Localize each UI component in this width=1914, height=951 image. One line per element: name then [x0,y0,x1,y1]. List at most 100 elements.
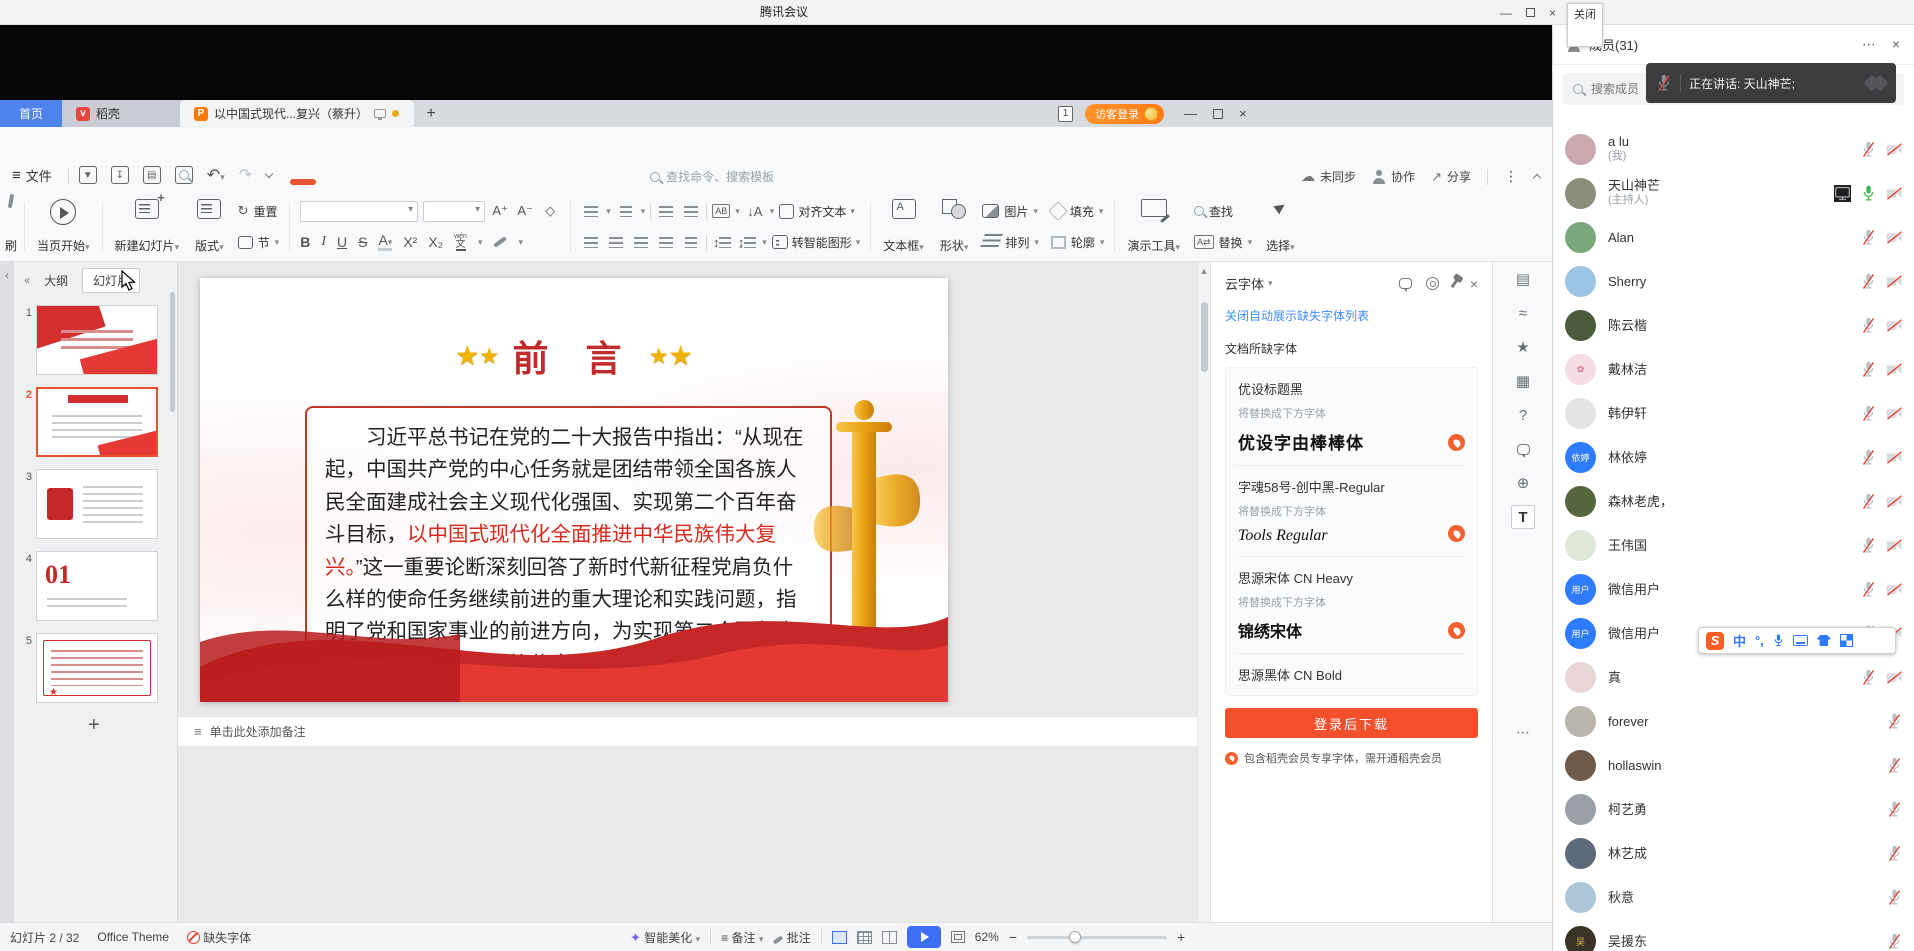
increase-indent-icon[interactable] [681,201,701,221]
phonetic-guide-icon[interactable]: wén文 [454,233,467,251]
normal-view-icon[interactable] [832,931,847,944]
panel-more-icon[interactable]: ⋯ [1862,36,1876,53]
effects-icon[interactable]: ≈ [1493,296,1553,330]
collaborate-button[interactable]: 协作 [1372,168,1415,185]
web-icon[interactable]: ⊕ [1493,466,1553,500]
more-menu-icon[interactable]: ⋮ [1504,168,1518,185]
toolbox-icon[interactable] [1840,634,1853,647]
find-button[interactable]: 查找 [1194,199,1252,223]
notes-bar[interactable]: ≡ 单击此处添加备注 [178,716,1197,746]
menu-tab[interactable] [320,179,346,185]
member-row[interactable]: 王伟国 [1553,523,1914,567]
scrollbar-thumb[interactable] [1201,302,1208,372]
favorites-icon[interactable]: ★ [1493,330,1553,364]
gear-icon[interactable] [1426,277,1439,290]
close-panel-icon[interactable]: × [1470,276,1478,292]
clipboard-icon[interactable]: ▦ [1493,364,1553,398]
member-row[interactable]: 秋意 [1553,875,1914,919]
underline-icon[interactable]: U [337,234,347,250]
sync-status[interactable]: ☁未同步 [1301,168,1356,185]
menu-tab[interactable] [410,179,436,185]
strikethrough-icon[interactable]: S [358,234,367,250]
comment-icon[interactable] [1493,432,1553,466]
font-family-select[interactable] [300,201,418,222]
layout-button[interactable]: 版式▾ [187,196,232,257]
slide-thumbnail[interactable] [36,469,158,539]
collapse-panel-icon[interactable]: « [24,275,30,287]
add-slide-button[interactable]: + [88,714,100,737]
menu-tab[interactable] [440,179,466,185]
more-tools-icon[interactable]: ⋯ [1493,724,1553,741]
member-row[interactable]: Alan [1553,215,1914,259]
slide-thumbnail-item[interactable]: 2 [14,381,177,463]
wps-close-icon[interactable]: × [1239,106,1247,121]
properties-icon[interactable]: ▤ [1493,262,1553,296]
wps-maximize-icon[interactable] [1213,109,1223,119]
slide-thumbnail[interactable] [36,387,158,457]
slide[interactable]: ★★ 前 言 ★★ 习近平总书记在党的二十大报告中指出：“从现在起，中国共产党的… [200,278,948,702]
line-spacing-icon[interactable]: ↕ [712,232,732,252]
wps-minimize-icon[interactable]: — [1184,106,1197,121]
slide-thumbnail[interactable]: 01 [36,551,158,621]
member-row[interactable]: ✿ 戴林洁 [1553,347,1914,391]
menu-tab[interactable] [590,179,616,185]
tab-outline[interactable]: 大纲 [38,269,74,292]
menu-tab[interactable] [470,179,496,185]
print-icon[interactable]: ▤ [143,166,161,184]
comment-button[interactable]: 批注 [773,929,810,946]
collapse-left-panel[interactable]: ‹ [0,262,14,922]
member-row[interactable]: 陈云楷 [1553,303,1914,347]
member-row[interactable]: 森林老虎， [1553,479,1914,523]
help-icon[interactable]: ? [1493,398,1553,432]
font-card[interactable]: 字魂58号-创中黑-Regular 将替换成下方字体 Tools Regular [1236,466,1467,557]
menu-tab[interactable] [350,179,376,185]
input-mode[interactable]: 中 [1733,631,1746,650]
slide-thumbnail-item[interactable]: 1 [14,299,177,381]
slide-thumbnail[interactable] [36,633,158,703]
slide-canvas[interactable]: ★★ 前 言 ★★ 习近平总书记在党的二十大报告中指出：“从现在起，中国共产党的… [178,262,1197,922]
font-card[interactable]: 思源宋体 CN Heavy 将替换成下方字体 锦绣宋体 [1236,557,1467,654]
slide-thumbnail-item[interactable]: 3 [14,463,177,545]
menu-tab[interactable] [560,179,586,185]
login-download-button[interactable]: 登录后下载 [1225,708,1478,738]
zoom-in-icon[interactable]: + [1177,929,1185,945]
to-smartart-button[interactable]: 转智能图形▾ [772,230,861,254]
disable-missing-fonts-link[interactable]: 关闭自动展示缺失字体列表 [1225,307,1478,324]
font-size-select[interactable] [423,201,485,222]
increase-font-icon[interactable]: A⁺ [490,201,510,221]
bold-icon[interactable]: B [300,234,310,250]
clear-format-icon[interactable]: ◇ [540,201,560,221]
share-button[interactable]: ↗分享 [1431,168,1471,185]
font-card[interactable]: 思源黑体 CN Bold [1236,654,1467,695]
member-row[interactable]: 天山神芒 (主持人) [1553,171,1914,215]
new-tab-button[interactable]: + [414,100,448,127]
italic-icon[interactable]: I [321,234,326,250]
text-tool-icon[interactable]: T [1493,500,1553,534]
member-row[interactable]: 柯艺勇 [1553,787,1914,831]
slide-thumbnail[interactable] [36,305,158,375]
export-icon[interactable]: ↧ [111,166,129,184]
maximize-icon[interactable] [1526,8,1535,17]
menu-tab[interactable] [290,179,316,185]
more-commands-icon[interactable] [265,169,273,177]
beautify-button[interactable]: ✦ 智能美化 ▾ [630,929,700,946]
sogou-logo-icon[interactable]: S [1706,632,1724,650]
align-center-icon[interactable] [606,232,626,252]
menu-tab[interactable] [380,179,406,185]
zoom-level[interactable]: 62% [975,930,999,944]
notes-button[interactable]: ≡ 备注 ▾ [721,929,763,946]
slide-thumbnail-item[interactable]: 4 01 [14,545,177,627]
pin-icon[interactable] [1451,279,1459,288]
format-painter-button[interactable]: 刷 [2,196,20,257]
reading-view-icon[interactable] [882,931,897,944]
panel-scrollbar[interactable] [170,292,175,412]
fill-button[interactable]: 填充▾ [1051,199,1105,223]
align-right-icon[interactable] [631,232,651,252]
save-icon[interactable]: ▼ [79,166,97,184]
section-button[interactable]: 节▾ [238,230,280,254]
select-button[interactable]: ▶ 选择▾ [1258,196,1303,257]
print-preview-icon[interactable] [175,166,193,184]
decrease-indent-icon[interactable] [656,201,676,221]
subscript-icon[interactable]: X₂ [428,234,443,250]
tab-document[interactable]: P 以中国式现代...复兴（蔡升） [180,100,414,127]
